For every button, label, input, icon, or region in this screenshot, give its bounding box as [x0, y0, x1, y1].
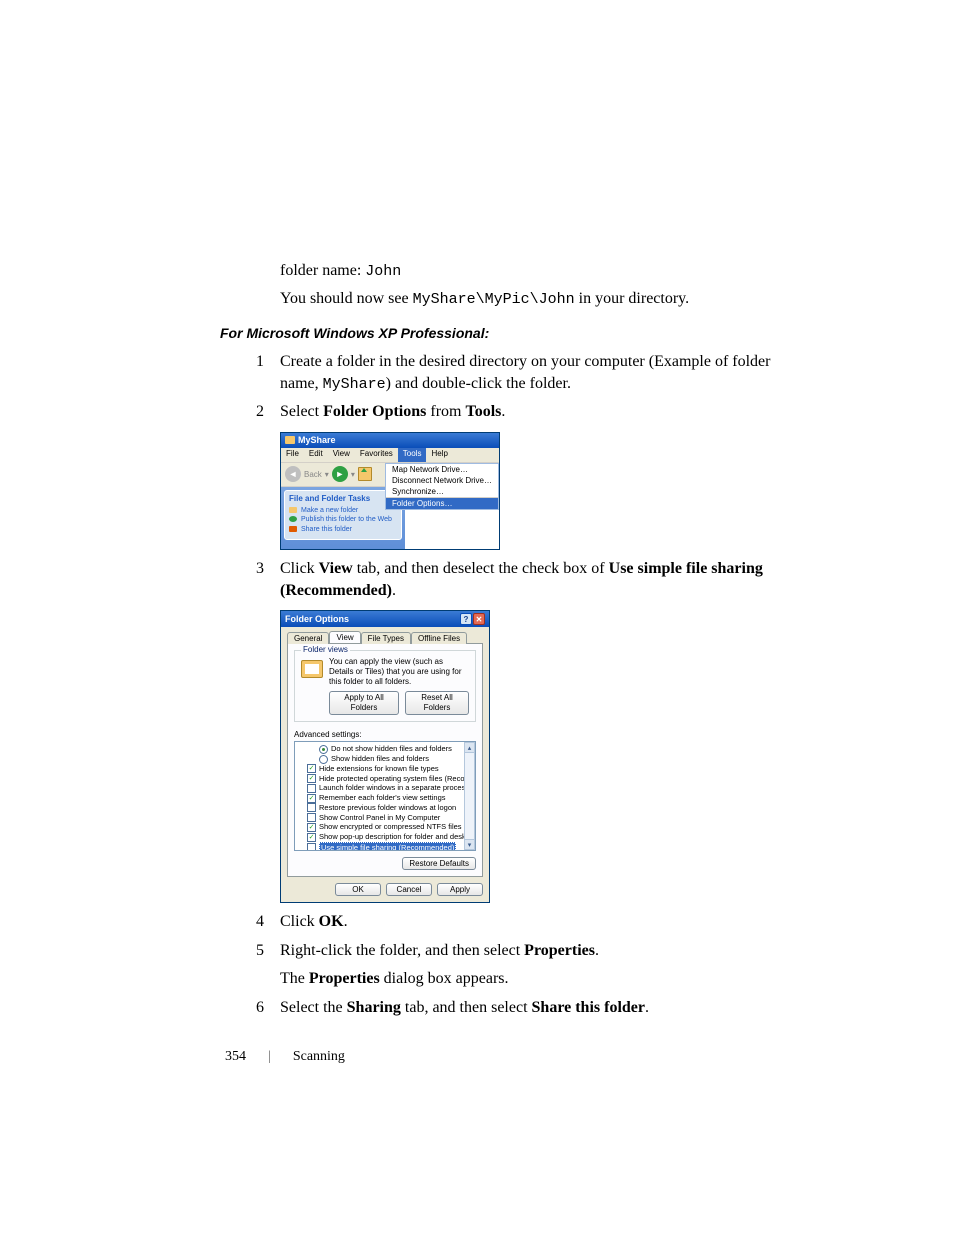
step-number: 6	[244, 997, 264, 1019]
checkbox-icon	[307, 813, 316, 822]
back-chevron-icon[interactable]: ▾	[325, 470, 329, 479]
intro-code-1: John	[365, 263, 401, 280]
step-1: 1 Create a folder in the desired directo…	[220, 351, 774, 396]
menuitem-folder-options[interactable]: Folder Options…	[386, 497, 498, 509]
folder-views-icon	[301, 660, 323, 678]
dialog-titlebar: Folder Options ? ✕	[281, 611, 489, 627]
radio-icon	[319, 745, 328, 754]
intro-line-1: folder name: John	[280, 260, 774, 282]
back-button[interactable]: ◄	[285, 466, 301, 482]
checkbox-icon: ✓	[307, 774, 316, 783]
intro-code-2: MyShare\MyPic\John	[413, 291, 575, 308]
step-number: 5	[244, 940, 264, 962]
reset-all-folders-button[interactable]: Reset All Folders	[405, 691, 469, 715]
adv-check-restore-logon[interactable]: Restore previous folder windows at logon	[297, 803, 461, 813]
scroll-down-button[interactable]: ▾	[464, 839, 475, 850]
advanced-settings-list[interactable]: ▴ ▾ Do not show hidden files and folders…	[294, 741, 476, 851]
folder-icon	[285, 436, 295, 444]
menu-file[interactable]: File	[281, 448, 304, 462]
menubar: File Edit View Favorites Tools Help	[281, 448, 499, 463]
apply-all-folders-button[interactable]: Apply to All Folders	[329, 691, 399, 715]
chapter-title: Scanning	[293, 1049, 345, 1065]
ok-button[interactable]: OK	[335, 883, 381, 896]
step-number: 2	[244, 401, 264, 423]
adv-check-ntfs-color[interactable]: ✓ Show encrypted or compressed NTFS file…	[297, 822, 461, 832]
tab-file-types[interactable]: File Types	[361, 632, 411, 644]
screenshot-folder-options-dialog: Folder Options ? ✕ General View File Typ…	[280, 610, 490, 903]
step-number: 1	[244, 351, 264, 373]
step-5: 5 Right-click the folder, and then selec…	[220, 940, 774, 991]
section-heading: For Microsoft Windows XP Professional:	[220, 325, 774, 341]
radio-icon	[319, 755, 328, 764]
tasks-title: File and Folder Tasks	[289, 493, 397, 506]
checkbox-icon	[307, 784, 316, 793]
menu-favorites[interactable]: Favorites	[355, 448, 398, 462]
tab-offline-files[interactable]: Offline Files	[411, 632, 467, 644]
menuitem-synchronize[interactable]: Synchronize…	[386, 486, 498, 497]
menu-help[interactable]: Help	[426, 448, 452, 462]
restore-defaults-button[interactable]: Restore Defaults	[402, 857, 476, 870]
task-publish-web[interactable]: Publish this folder to the Web	[289, 515, 397, 525]
menuitem-map-drive[interactable]: Map Network Drive…	[386, 464, 498, 475]
adv-check-hide-os[interactable]: ✓ Hide protected operating system files …	[297, 774, 461, 784]
menu-view[interactable]: View	[328, 448, 355, 462]
forward-chevron-icon[interactable]: ▾	[351, 470, 355, 479]
task-share-folder[interactable]: Share this folder	[289, 525, 397, 535]
adv-check-hide-ext[interactable]: ✓ Hide extensions for known file types	[297, 764, 461, 774]
intro-line-2: You should now see MyShare\MyPic\John in…	[280, 288, 774, 310]
folder-views-legend: Folder views	[301, 645, 350, 654]
menu-tools[interactable]: Tools	[398, 448, 427, 462]
apply-button[interactable]: Apply	[437, 883, 483, 896]
menuitem-disconnect[interactable]: Disconnect Network Drive…	[386, 475, 498, 486]
scroll-up-button[interactable]: ▴	[464, 742, 475, 753]
advanced-settings-label: Advanced settings:	[294, 730, 476, 739]
window-title: MyShare	[298, 435, 336, 445]
step-3: 3 Click View tab, and then deselect the …	[220, 558, 774, 603]
help-button[interactable]: ?	[460, 613, 472, 625]
step-4: 4 Click OK.	[220, 911, 774, 933]
page-number: 354	[225, 1049, 246, 1065]
intro-prefix: folder name:	[280, 262, 365, 279]
checkbox-icon	[307, 843, 316, 851]
checkbox-icon	[307, 803, 316, 812]
toolbar: ◄ Back ▾ ► ▾ Map Network Drive… Disconne…	[281, 463, 499, 487]
adv-radio-show-hidden[interactable]: Show hidden files and folders	[297, 754, 461, 764]
back-label: Back	[304, 470, 322, 479]
adv-radio-hide-hidden[interactable]: Do not show hidden files and folders	[297, 744, 461, 754]
adv-check-remember[interactable]: ✓ Remember each folder's view settings	[297, 793, 461, 803]
step-6: 6 Select the Sharing tab, and then selec…	[220, 997, 774, 1019]
screenshot-myshare-window: MyShare File Edit View Favorites Tools H…	[280, 432, 500, 550]
step1-code: MyShare	[323, 376, 386, 393]
task-make-folder[interactable]: Make a new folder	[289, 506, 397, 516]
adv-check-simple-sharing[interactable]: Use simple file sharing (Recommended)	[297, 842, 461, 852]
cancel-button[interactable]: Cancel	[386, 883, 432, 896]
dialog-tabs: General View File Types Offline Files	[281, 627, 489, 643]
adv-check-popup-desc[interactable]: ✓ Show pop-up description for folder and…	[297, 832, 461, 842]
dialog-buttons: OK Cancel Apply	[281, 883, 489, 902]
dialog-page-view: Folder views You can apply the view (suc…	[287, 643, 483, 877]
checkbox-icon: ✓	[307, 764, 316, 773]
checkbox-icon: ✓	[307, 794, 316, 803]
window-titlebar: MyShare	[281, 433, 499, 448]
tools-dropdown: Map Network Drive… Disconnect Network Dr…	[385, 463, 499, 510]
scroll-track[interactable]	[464, 753, 475, 839]
adv-check-launch-sep[interactable]: Launch folder windows in a separate proc…	[297, 783, 461, 793]
page-footer: 354 | Scanning	[225, 1049, 345, 1065]
checkbox-icon: ✓	[307, 833, 316, 842]
tab-view[interactable]: View	[329, 631, 360, 643]
checkbox-icon: ✓	[307, 823, 316, 832]
step-number: 4	[244, 911, 264, 933]
step-2: 2 Select Folder Options from Tools.	[220, 401, 774, 423]
tab-general[interactable]: General	[287, 632, 329, 644]
up-folder-button[interactable]	[358, 467, 372, 481]
footer-separator: |	[268, 1049, 271, 1065]
folder-views-desc: You can apply the view (such as Details …	[329, 657, 469, 687]
step-number: 3	[244, 558, 264, 580]
dialog-title: Folder Options	[285, 614, 349, 624]
close-button[interactable]: ✕	[473, 613, 485, 625]
folder-views-group: Folder views You can apply the view (suc…	[294, 650, 476, 722]
forward-button[interactable]: ►	[332, 466, 348, 482]
menu-edit[interactable]: Edit	[304, 448, 328, 462]
adv-check-ctrl-panel[interactable]: Show Control Panel in My Computer	[297, 813, 461, 823]
